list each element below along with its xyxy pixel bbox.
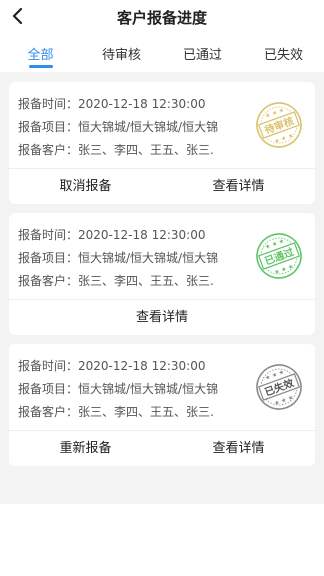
report-project-value: 恒大锦城/恒大锦城/恒大锦 [78,251,219,265]
report-project-label: 报备项目： [18,251,79,265]
tab-approved[interactable]: 已通过 [162,34,243,72]
report-time-value: 2020-12-18 12:30:00 [78,228,206,242]
report-project-value: 恒大锦城/恒大锦城/恒大锦 [78,382,219,396]
report-customer-row: 报备客户：张三、李四、王五、张三. [18,401,223,424]
report-project-label: 报备项目： [18,120,79,134]
card-actions: 取消报备 查看详情 [9,168,315,204]
resubmit-report-button[interactable]: 重新报备 [9,431,162,466]
card-body: 报备时间：2020-12-18 12:30:00 报备项目：恒大锦城/恒大锦城/… [9,82,315,168]
view-details-button[interactable]: 查看详情 [9,300,315,335]
tab-label: 全部 [27,48,54,63]
report-project-value: 恒大锦城/恒大锦城/恒大锦 [78,120,219,134]
card-body: 报备时间：2020-12-18 12:30:00 报备项目：恒大锦城/恒大锦城/… [9,213,315,299]
report-customer-label: 报备客户： [18,405,79,419]
card-actions: 重新报备 查看详情 [9,430,315,466]
expired-stamp-icon: 已失效 ★ ★ ★ ★ ★ ★ [256,364,302,410]
tab-all[interactable]: 全部 [0,34,81,72]
active-tab-indicator [28,65,53,68]
report-card: 报备时间：2020-12-18 12:30:00 报备项目：恒大锦城/恒大锦城/… [9,213,315,335]
pending-stamp-icon: 待审核 ★ ★ ★ ★ ★ ★ [256,102,302,148]
card-actions: 查看详情 [9,299,315,335]
bottom-blank-area [0,504,324,576]
report-list: 报备时间：2020-12-18 12:30:00 报备项目：恒大锦城/恒大锦城/… [0,72,324,504]
report-time-row: 报备时间：2020-12-18 12:30:00 [18,355,223,378]
report-time-row: 报备时间：2020-12-18 12:30:00 [18,93,223,116]
card-body: 报备时间：2020-12-18 12:30:00 报备项目：恒大锦城/恒大锦城/… [9,344,315,430]
page-title: 客户报备进度 [116,9,207,27]
status-tabs: 全部 待审核 已通过 已失效 [0,34,324,72]
approved-stamp-icon: 已通过 ★ ★ ★ ★ ★ ★ [256,233,302,279]
report-customer-row: 报备客户：张三、李四、王五、张三. [18,270,223,293]
report-time-value: 2020-12-18 12:30:00 [78,359,206,373]
tab-label: 已通过 [182,48,222,63]
report-time-label: 报备时间： [18,97,79,111]
report-customer-value: 张三、李四、王五、张三. [78,405,214,419]
cancel-report-button[interactable]: 取消报备 [9,169,162,204]
report-customer-value: 张三、李四、王五、张三. [78,143,214,157]
report-time-row: 报备时间：2020-12-18 12:30:00 [18,224,223,247]
report-time-value: 2020-12-18 12:30:00 [78,97,206,111]
report-card: 报备时间：2020-12-18 12:30:00 报备项目：恒大锦城/恒大锦城/… [9,344,315,466]
tab-label: 待审核 [101,48,141,63]
report-card: 报备时间：2020-12-18 12:30:00 报备项目：恒大锦城/恒大锦城/… [9,82,315,204]
report-project-row: 报备项目：恒大锦城/恒大锦城/恒大锦 [18,116,223,139]
header: 客户报备进度 [0,0,324,34]
tab-label: 已失效 [263,48,303,63]
report-time-label: 报备时间： [18,228,79,242]
view-details-button[interactable]: 查看详情 [162,431,315,466]
view-details-button[interactable]: 查看详情 [162,169,315,204]
report-customer-row: 报备客户：张三、李四、王五、张三. [18,139,223,162]
tab-pending[interactable]: 待审核 [81,34,162,72]
report-project-label: 报备项目： [18,382,79,396]
report-project-row: 报备项目：恒大锦城/恒大锦城/恒大锦 [18,378,223,401]
report-project-row: 报备项目：恒大锦城/恒大锦城/恒大锦 [18,247,223,270]
report-customer-label: 报备客户： [18,143,79,157]
report-customer-value: 张三、李四、王五、张三. [78,274,214,288]
report-customer-label: 报备客户： [18,274,79,288]
tab-expired[interactable]: 已失效 [243,34,324,72]
report-time-label: 报备时间： [18,359,79,373]
